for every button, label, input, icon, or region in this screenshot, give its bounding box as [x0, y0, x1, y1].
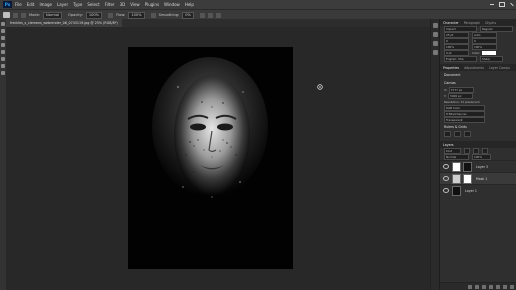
adjustment-icon[interactable] [489, 284, 493, 289]
document-canvas[interactable] [128, 47, 293, 269]
menu-plugins[interactable]: Plugins [145, 0, 159, 9]
resolution-text: Resolution: 72 pixels/inch [444, 100, 480, 104]
fill-select[interactable]: Transparent [444, 117, 485, 123]
menu-help[interactable]: Help [185, 0, 194, 9]
maximize-icon[interactable] [499, 2, 505, 7]
tab-layer-comps[interactable]: Layer Comps [489, 66, 510, 70]
history-icon[interactable] [433, 23, 438, 28]
mode-select[interactable]: Normal [43, 11, 63, 19]
photoshop-logo-icon[interactable]: Ps [3, 1, 12, 8]
language-select[interactable]: English: USA [444, 56, 477, 62]
brush-settings-icon[interactable] [21, 12, 26, 18]
type-panel-icon[interactable] [433, 50, 438, 55]
layer-name[interactable]: Mask 1 [476, 177, 487, 181]
text-color-swatch[interactable] [482, 51, 497, 55]
trash-icon[interactable] [510, 284, 514, 289]
menu-edit[interactable]: Edit [27, 0, 35, 9]
move-tool-icon[interactable] [1, 22, 5, 26]
pressure-opacity-icon[interactable] [108, 12, 114, 18]
gear-icon[interactable] [199, 12, 205, 18]
color-label: Color: [472, 51, 481, 55]
canvas-section-header[interactable]: Canvas [440, 79, 516, 87]
layer-row[interactable]: Mask 1 [440, 172, 516, 184]
ruler-icon[interactable] [444, 131, 451, 137]
visibility-eye-icon[interactable] [443, 164, 449, 169]
smoothing-input[interactable]: 0% [182, 11, 194, 19]
layers-panel-header: Layers [440, 141, 516, 148]
menu-file[interactable]: File [15, 0, 22, 9]
brush-tool-icon[interactable] [1, 50, 5, 54]
tab-character[interactable]: Character [443, 21, 459, 25]
marquee-tool-icon[interactable] [1, 29, 5, 33]
mask-icon[interactable] [482, 284, 486, 289]
layer-name[interactable]: Layer 3 [476, 165, 488, 169]
tab-properties[interactable]: Properties [443, 66, 459, 70]
tab-glyphs[interactable]: Glyphs [485, 21, 496, 25]
visibility-eye-icon[interactable] [443, 176, 449, 181]
type-tool-icon[interactable] [1, 64, 5, 68]
layer-thumbnail [452, 161, 461, 172]
antialias-select[interactable]: Sharp [480, 56, 503, 62]
close-icon[interactable] [510, 2, 514, 7]
portrait-image [152, 57, 268, 198]
airbrush-icon[interactable] [150, 12, 156, 18]
menu-type[interactable]: Type [73, 0, 82, 9]
character-panel-tabs: Character Paragraph Glyphs [440, 19, 516, 26]
menu-view[interactable]: View [130, 0, 140, 9]
opacity-input[interactable]: 100% [85, 11, 103, 19]
menu-layer[interactable]: Layer [57, 0, 68, 9]
angle-icon[interactable] [207, 12, 213, 18]
properties-panel-tabs: Properties Adjustments Layer Comps [440, 64, 516, 71]
fx-icon[interactable] [475, 284, 479, 289]
guides-icon[interactable] [464, 131, 471, 137]
window-controls [485, 0, 514, 9]
eraser-tool-icon[interactable] [1, 57, 5, 61]
brush-preset-icon[interactable] [13, 12, 18, 18]
flow-input[interactable]: 100% [128, 11, 145, 19]
layer-row[interactable]: Layer 3 [440, 160, 516, 172]
menu-window[interactable]: Window [164, 0, 180, 9]
layer-mask-thumbnail [463, 161, 472, 172]
layer-mask-thumbnail [463, 173, 472, 184]
document-tab[interactable]: freckles_s_clemens_webrender_06_0743119.… [6, 19, 122, 27]
link-icon[interactable] [468, 284, 472, 289]
tab-paragraph[interactable]: Paragraph [464, 21, 480, 25]
symmetry-icon[interactable] [215, 12, 221, 18]
brush-tool-icon[interactable] [3, 12, 10, 18]
new-layer-icon[interactable] [503, 284, 507, 289]
visibility-eye-icon[interactable] [443, 188, 449, 193]
document-tab-bar: freckles_s_clemens_webrender_06_0743119.… [6, 19, 439, 27]
layer-name[interactable]: Layer 1 [465, 189, 477, 193]
rulers-section-header[interactable]: Rulers & Grids [440, 123, 516, 131]
cursor-icon [317, 84, 323, 90]
brush-panel-icon[interactable] [433, 32, 438, 37]
hand-tool-icon[interactable] [1, 71, 5, 75]
language-row: English: USA Sharp [440, 56, 516, 62]
layer-thumbnail [452, 185, 461, 196]
horizontal-scale-input[interactable]: 100% [472, 44, 497, 50]
canvas-height-input[interactable]: 5000 px [448, 93, 474, 99]
menu-select[interactable]: Select [87, 0, 99, 9]
layer-opacity-input[interactable]: 100% [472, 154, 491, 160]
layers-title[interactable]: Layers [443, 143, 454, 147]
layer-row[interactable]: Layer 1 [440, 184, 516, 196]
tab-adjustments[interactable]: Adjustments [464, 66, 484, 70]
crop-tool-icon[interactable] [1, 43, 5, 47]
right-panel: Character Paragraph Glyphs Impact Regula… [439, 19, 516, 290]
document-label: Document [444, 73, 461, 77]
lasso-tool-icon[interactable] [1, 36, 5, 40]
menu-image[interactable]: Image [39, 0, 52, 9]
layer-thumbnail [452, 173, 461, 184]
minimize-icon[interactable] [490, 4, 494, 5]
folder-icon[interactable] [496, 284, 500, 289]
layers-button-bar [440, 282, 516, 290]
grid-icon[interactable] [454, 131, 461, 137]
menu-3d[interactable]: 3D [120, 0, 126, 9]
blend-mode-select[interactable]: Normal [444, 154, 469, 160]
clone-source-icon[interactable] [433, 41, 438, 46]
rulers-row [440, 131, 516, 137]
menu-bar: Ps File Edit Image Layer Type Select Fil… [0, 0, 516, 9]
menu-filter[interactable]: Filter [105, 0, 115, 9]
